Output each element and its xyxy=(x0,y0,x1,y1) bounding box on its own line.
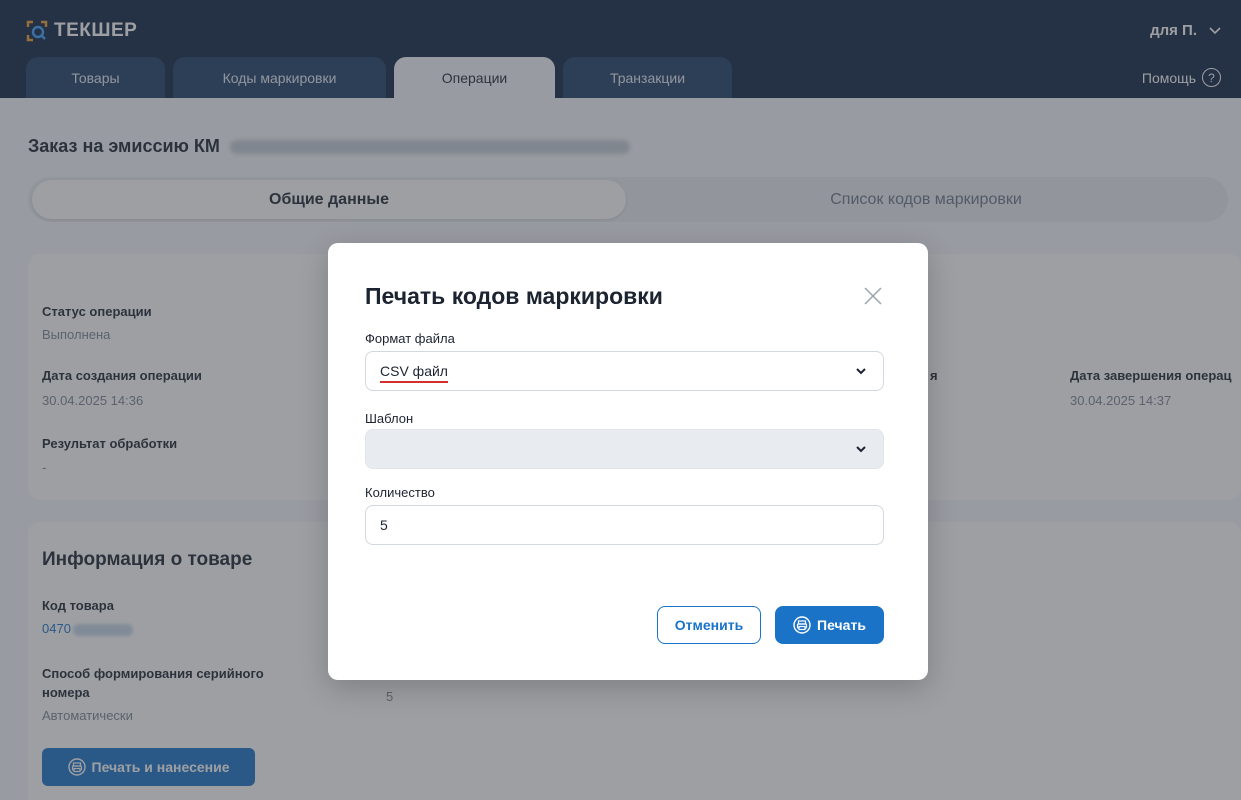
button-label: Печать xyxy=(817,617,866,633)
button-label: Отменить xyxy=(674,617,744,633)
template-label: Шаблон xyxy=(365,411,414,426)
format-label: Формат файла xyxy=(365,331,455,346)
printer-icon xyxy=(793,616,811,634)
template-select[interactable] xyxy=(365,429,884,469)
chevron-down-icon xyxy=(856,446,866,453)
print-button[interactable]: Печать xyxy=(775,606,884,644)
quantity-input[interactable]: 5 xyxy=(365,505,884,545)
modal-title: Печать кодов маркировки xyxy=(365,283,663,309)
cancel-button[interactable]: Отменить xyxy=(657,606,761,644)
print-codes-modal: Печать кодов маркировки Формат файла CSV… xyxy=(328,243,928,680)
format-select[interactable]: CSV файл xyxy=(365,351,884,391)
chevron-down-icon xyxy=(856,368,866,375)
format-value: CSV файл xyxy=(380,363,448,379)
close-icon[interactable] xyxy=(863,286,883,306)
quantity-value: 5 xyxy=(380,517,388,533)
quantity-label: Количество xyxy=(365,485,435,500)
